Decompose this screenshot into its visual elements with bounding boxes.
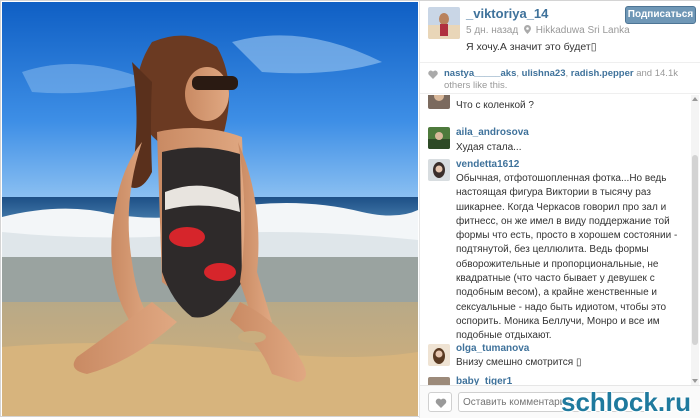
site-watermark: schlock.ru: [561, 387, 692, 417]
liker-3[interactable]: radish.pepper: [571, 68, 634, 79]
beach-photo-image: [2, 2, 418, 416]
location-pin-icon: [524, 25, 531, 34]
comments-list[interactable]: zoomimaso Что с коленкой ? aila_androsov…: [420, 95, 700, 385]
post-caption: Я хочу.А значит это будет▯: [466, 41, 597, 53]
comment-username[interactable]: olga_tumanova: [456, 343, 529, 354]
avatar[interactable]: [428, 377, 450, 385]
comment-text: Что с коленкой ?: [456, 100, 534, 111]
scroll-thumb[interactable]: [692, 155, 698, 345]
avatar-image: [428, 7, 460, 39]
likes-and: and: [633, 68, 655, 79]
post-location[interactable]: Hikkaduwa Sri Lanka: [536, 25, 630, 36]
likes-tail: others like this.: [444, 80, 508, 91]
avatar[interactable]: [428, 159, 450, 181]
heart-icon: [428, 70, 438, 79]
scroll-up-icon[interactable]: [691, 95, 699, 103]
likes-count: 14.1k: [654, 68, 678, 79]
comment-username[interactable]: vendetta1612: [456, 159, 519, 170]
avatar[interactable]: [428, 127, 450, 149]
liker-2[interactable]: ulishna23: [522, 68, 566, 79]
comment-item: baby_tiger1: [420, 375, 688, 385]
post-username[interactable]: _viktoriya_14: [466, 6, 548, 21]
likes-text: nastya_____aks, ulishna23, radish.pepper…: [444, 68, 696, 92]
avatar-image: [428, 344, 450, 366]
avatar[interactable]: [428, 7, 460, 39]
comment-text: Худая стала...: [456, 142, 522, 153]
like-button[interactable]: [428, 392, 452, 412]
follow-button[interactable]: Подписаться: [625, 6, 696, 24]
avatar-image: [428, 95, 450, 109]
comment-text: Внизу смешно смотрится ▯: [456, 357, 582, 368]
comment-username[interactable]: aila_androsova: [456, 127, 529, 138]
avatar[interactable]: [428, 344, 450, 366]
post-header: _viktoriya_14 Подписаться 5 дн. назад Hi…: [420, 1, 700, 63]
comment-item: zoomimaso Что с коленкой ?: [420, 95, 688, 117]
post-window: _viktoriya_14 Подписаться 5 дн. назад Hi…: [0, 0, 700, 418]
heart-icon: [435, 398, 447, 408]
comment-item: olga_tumanova Внизу смешно смотрится ▯: [420, 342, 688, 374]
post-sidebar: _viktoriya_14 Подписаться 5 дн. назад Hi…: [419, 1, 700, 418]
avatar-image: [428, 159, 450, 181]
comment-text: Обычная, отфотошопленная фотка...Но ведь…: [456, 173, 678, 342]
comments-scrollbar[interactable]: [691, 95, 699, 385]
avatar-image: [428, 127, 450, 149]
comment-item: aila_androsova Худая стала...: [420, 125, 688, 159]
post-photo[interactable]: [2, 2, 418, 416]
liker-1[interactable]: nastya_____aks: [444, 68, 516, 79]
post-time[interactable]: 5 дн. назад: [466, 25, 518, 36]
likes-bar: nastya_____aks, ulishna23, radish.pepper…: [420, 64, 700, 94]
avatar-image: [428, 377, 450, 385]
avatar[interactable]: [428, 95, 450, 109]
scroll-down-icon[interactable]: [691, 377, 699, 385]
post-meta: 5 дн. назад Hikkaduwa Sri Lanka: [466, 25, 630, 36]
comment-username[interactable]: zoomimaso: [456, 95, 511, 98]
comment-item: vendetta1612 Обычная, отфотошопленная фо…: [420, 157, 688, 342]
comment-username[interactable]: baby_tiger1: [456, 376, 512, 385]
